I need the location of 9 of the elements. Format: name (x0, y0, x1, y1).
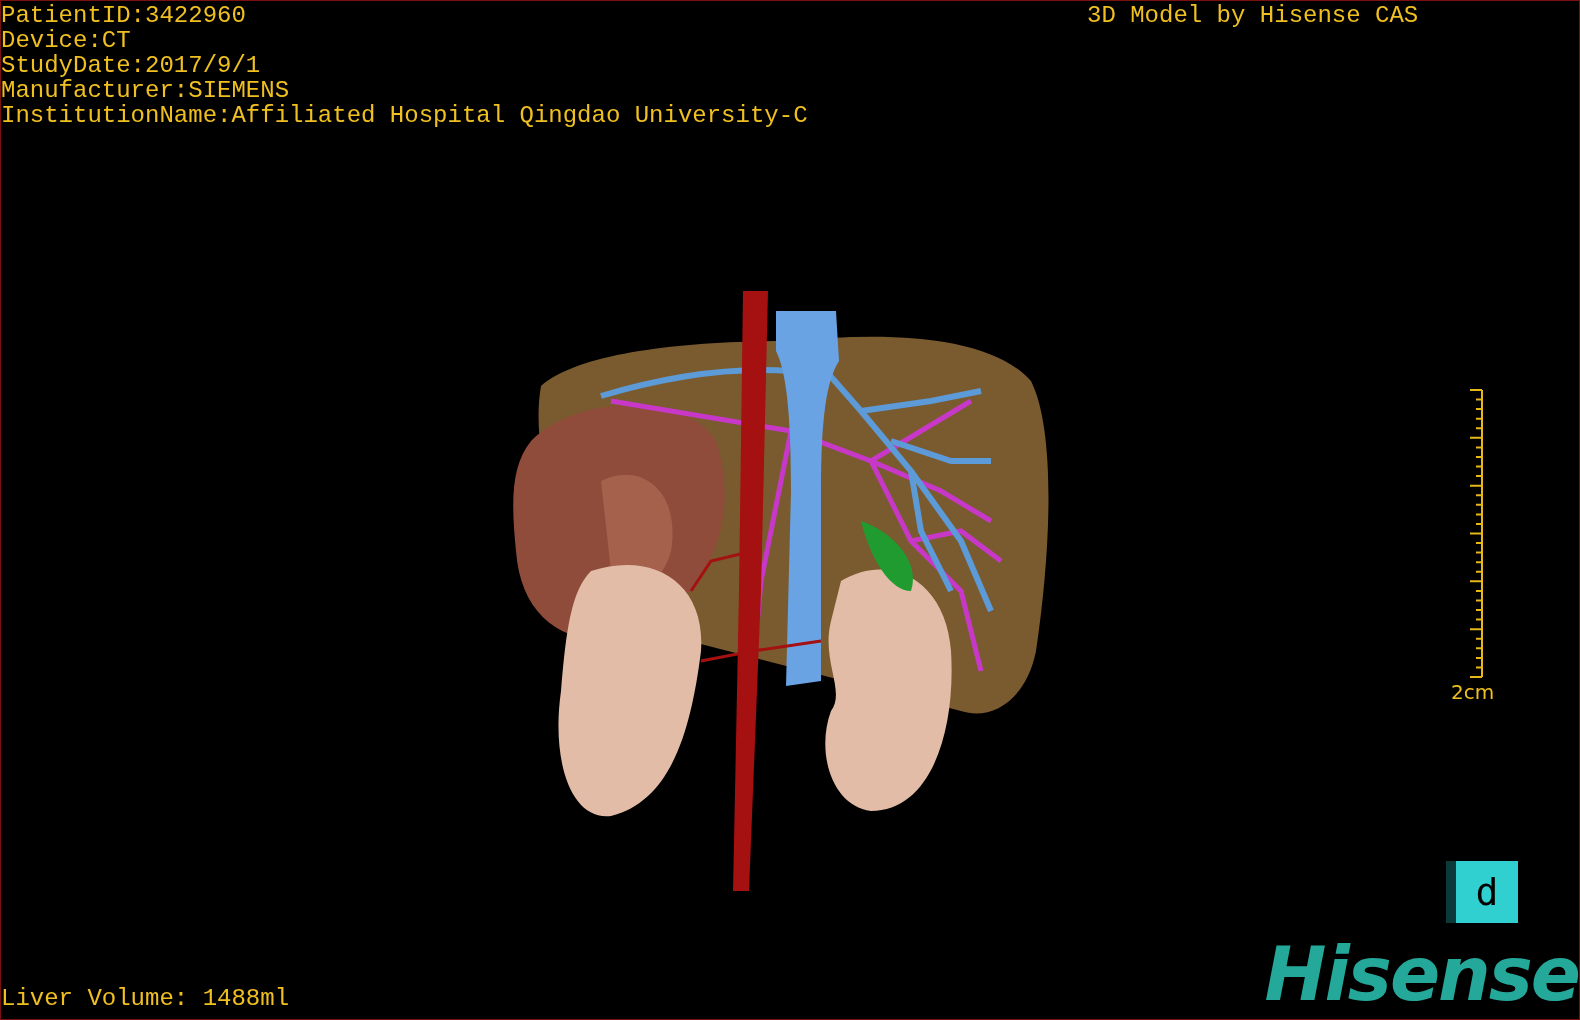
model-credit: 3D Model by Hisense CAS (1087, 3, 1419, 28)
study-info-text: PatientID:3422960 (1, 3, 246, 28)
study-info-text: StudyDate:2017/9/1 (1, 53, 261, 78)
scale-bar-label: 2cm (1451, 681, 1495, 703)
study-info-text: InstitutionName:Affiliated Hospital Qingdao University-C (1, 103, 808, 128)
brand-logo: Hisense (1264, 941, 1579, 1007)
study-info-text: Device:CT (1, 28, 131, 53)
study-info-text: Manufacturer:SIEMENS (1, 78, 290, 103)
liver-volume-readout: Liver Volume: 1488ml (1, 986, 290, 1011)
